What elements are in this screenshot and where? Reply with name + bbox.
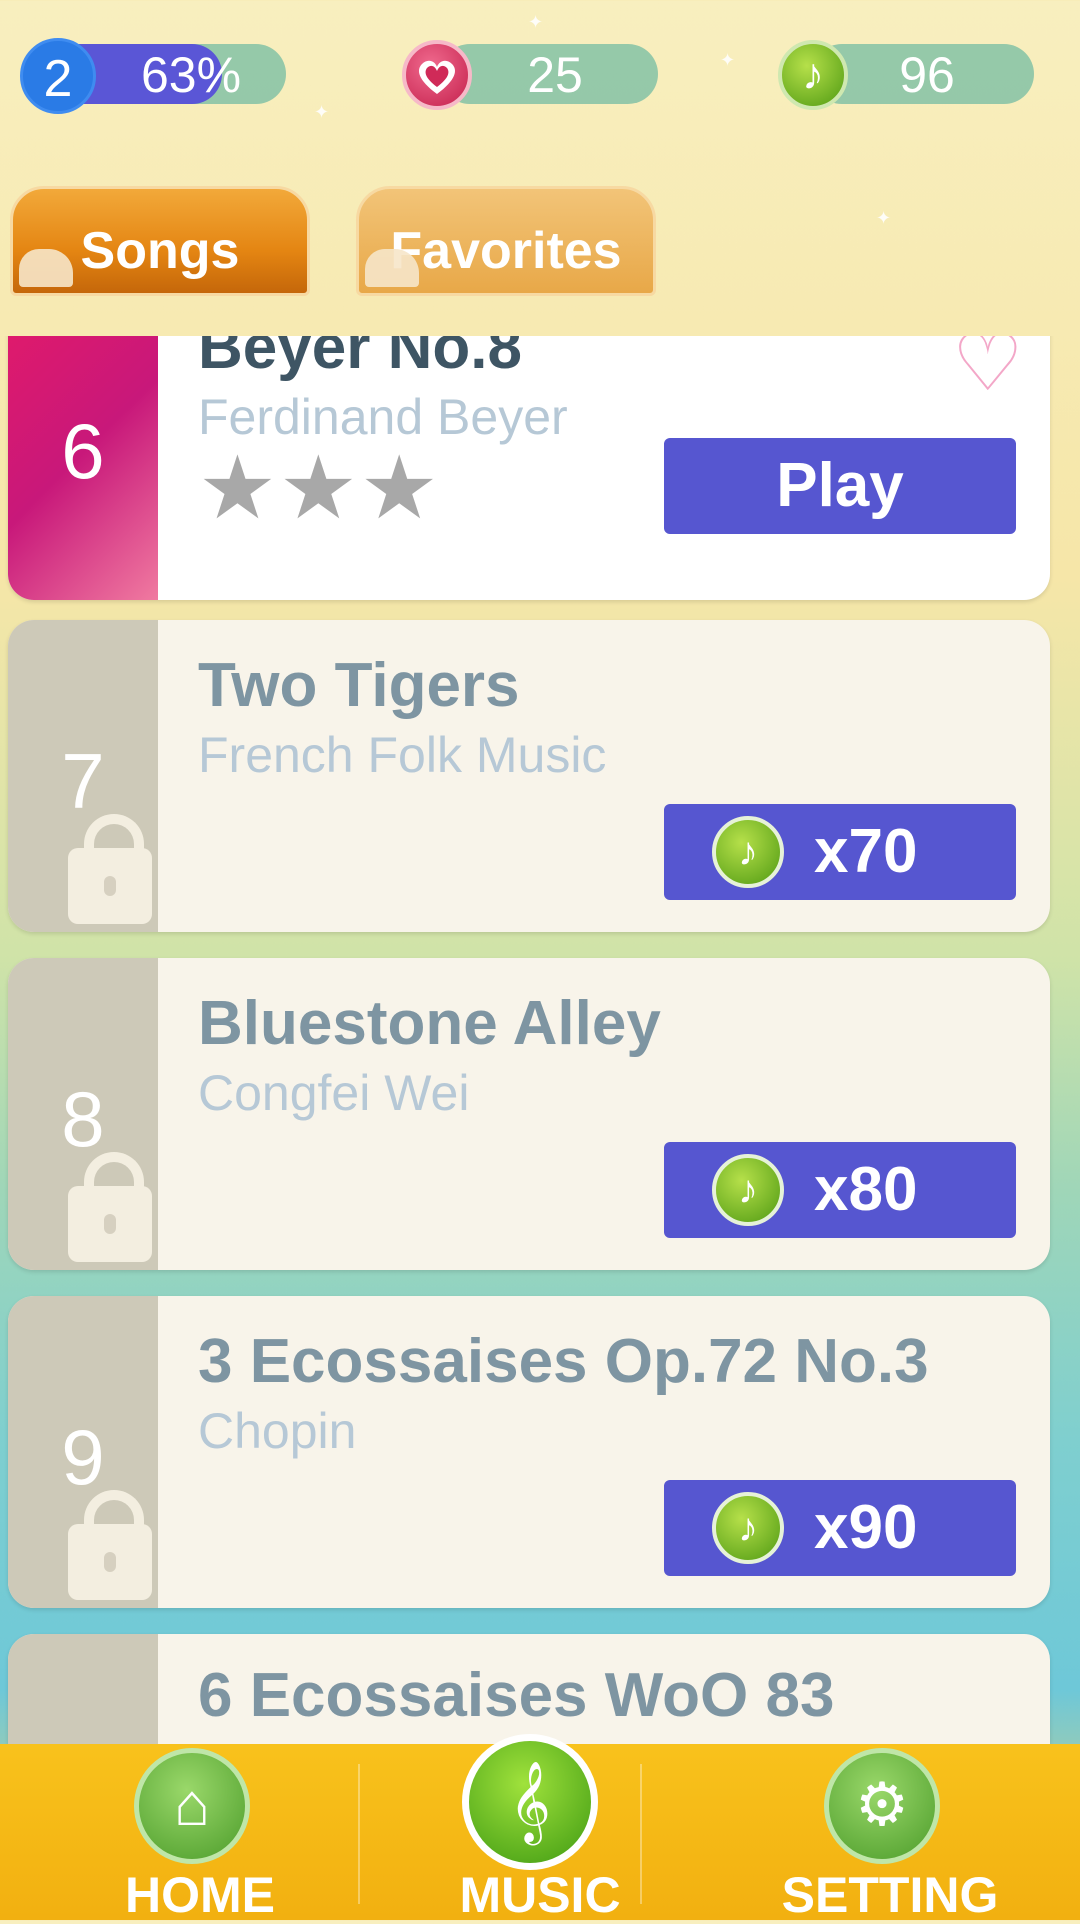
gear-icon: ⚙ bbox=[824, 1748, 940, 1864]
song-number: 7 bbox=[61, 737, 105, 825]
star-icon: ★ bbox=[198, 438, 279, 537]
song-side-panel bbox=[8, 1634, 158, 1744]
tab-songs[interactable]: Songs bbox=[10, 186, 310, 296]
tab-songs-label: Songs bbox=[80, 222, 240, 280]
song-number: 6 bbox=[61, 407, 105, 495]
progress-text-wrap: 63% bbox=[96, 42, 286, 108]
song-title: 6 Ecossaises WoO 83 bbox=[198, 1661, 835, 1730]
song-card-6[interactable]: 6 Beyer No.8 Ferdinand Beyer ★★★ ♡ Play bbox=[8, 336, 1050, 600]
song-number: 9 bbox=[61, 1413, 105, 1501]
song-title: 3 Ecossaises Op.72 No.3 bbox=[198, 1327, 929, 1396]
star-icon: ★ bbox=[278, 438, 360, 537]
unlock-button[interactable]: ♪ x80 bbox=[664, 1142, 1016, 1238]
unlock-cost: x80 bbox=[814, 1155, 918, 1224]
cloud-decoration bbox=[19, 249, 73, 287]
star-rating: ★★★ bbox=[198, 436, 441, 539]
music-note-icon: ♪ bbox=[778, 40, 848, 110]
favorite-heart-icon[interactable]: ♡ bbox=[952, 336, 1024, 409]
cloud-decoration bbox=[365, 249, 419, 287]
music-note-coin-icon: ♪ bbox=[712, 1154, 784, 1226]
music-note-coin-icon: ♪ bbox=[712, 816, 784, 888]
play-button[interactable]: Play bbox=[664, 438, 1016, 534]
song-title: Beyer No.8 bbox=[198, 336, 522, 382]
song-author: French Folk Music bbox=[198, 727, 607, 783]
progress-percent: 63% bbox=[140, 47, 242, 103]
nav-setting-label: SETTING bbox=[781, 1867, 999, 1923]
nav-home[interactable]: ⌂ HOME bbox=[70, 1744, 330, 1923]
nav-home-label: HOME bbox=[125, 1867, 275, 1923]
level-badge: 2 bbox=[20, 38, 96, 114]
hearts-pill-wrap: 25 bbox=[440, 42, 658, 108]
nav-divider bbox=[358, 1764, 360, 1904]
song-list[interactable]: 6 Beyer No.8 Ferdinand Beyer ★★★ ♡ Play … bbox=[0, 336, 1080, 1744]
song-card-10[interactable]: 6 Ecossaises WoO 83 bbox=[8, 1634, 1050, 1744]
song-number: 8 bbox=[61, 1075, 105, 1163]
unlock-button[interactable]: ♪ x90 bbox=[664, 1480, 1016, 1576]
sparkle-icon: ✦ bbox=[876, 208, 892, 228]
song-card-9[interactable]: 9 3 Ecossaises Op.72 No.3 Chopin ♪ x90 bbox=[8, 1296, 1050, 1608]
lock-icon bbox=[68, 1152, 152, 1262]
song-author: Congfei Wei bbox=[198, 1065, 470, 1121]
star-icon: ★ bbox=[359, 438, 441, 537]
sparkle-icon: ✦ bbox=[314, 102, 330, 122]
music-note-coin-icon: ♪ bbox=[712, 1492, 784, 1564]
notes-count: 96 bbox=[899, 47, 955, 103]
lock-icon bbox=[68, 1490, 152, 1600]
tab-favorites[interactable]: Favorites bbox=[356, 186, 656, 296]
treble-clef-icon: 𝄞 bbox=[462, 1734, 598, 1870]
sparkle-icon: ✦ bbox=[720, 50, 736, 70]
unlock-cost: x90 bbox=[814, 1493, 918, 1562]
sparkle-icon: ✦ bbox=[528, 12, 544, 32]
song-card-8[interactable]: 8 Bluestone Alley Congfei Wei ♪ x80 bbox=[8, 958, 1050, 1270]
nav-music[interactable]: 𝄞 MUSIC bbox=[410, 1734, 670, 1923]
tab-favorites-label: Favorites bbox=[390, 222, 622, 280]
heart-icon bbox=[402, 40, 472, 110]
home-icon: ⌂ bbox=[134, 1748, 250, 1864]
unlock-cost: x70 bbox=[814, 817, 918, 886]
hearts-count: 25 bbox=[527, 47, 583, 103]
song-title: Two Tigers bbox=[198, 651, 520, 720]
bottom-nav: ⌂ HOME 𝄞 MUSIC ⚙ SETTING bbox=[0, 1734, 1080, 1923]
song-title: Bluestone Alley bbox=[198, 989, 661, 1058]
song-card-7[interactable]: 7 Two Tigers French Folk Music ♪ x70 bbox=[8, 620, 1050, 932]
nav-music-label: MUSIC bbox=[459, 1867, 621, 1923]
unlock-button[interactable]: ♪ x70 bbox=[664, 804, 1016, 900]
lock-icon bbox=[68, 814, 152, 924]
nav-setting[interactable]: ⚙ SETTING bbox=[760, 1744, 1020, 1923]
song-author: Chopin bbox=[198, 1403, 357, 1459]
